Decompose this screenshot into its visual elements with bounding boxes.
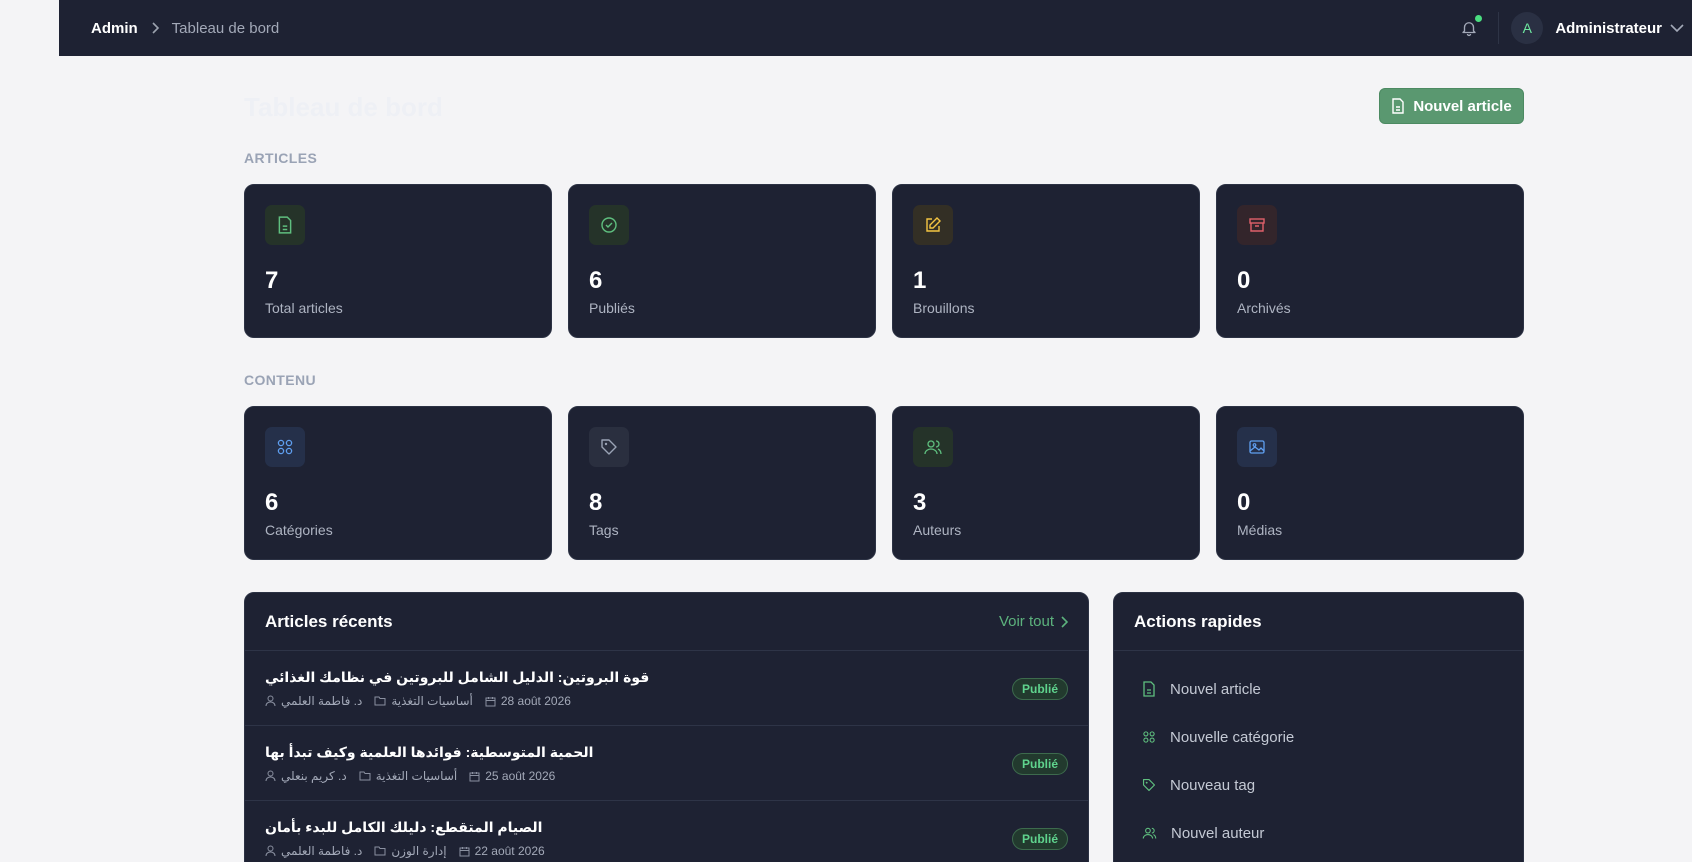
- notification-dot: [1475, 15, 1483, 22]
- divider: [1498, 12, 1500, 44]
- grid-icon: [265, 427, 305, 467]
- stat-card-categories[interactable]: 6 Catégories: [244, 406, 552, 560]
- document-icon: [265, 205, 305, 245]
- stat-card-archived[interactable]: 0 Archivés: [1216, 184, 1524, 338]
- chevron-right-icon: [150, 22, 160, 34]
- article-date: 28 août 2026: [500, 694, 571, 708]
- article-title[interactable]: الحمية المتوسطية: فوائدها العلمية وكيف ت…: [265, 744, 593, 761]
- folder-icon: [359, 771, 371, 781]
- quick-action-label: Nouvel article: [1170, 680, 1261, 698]
- status-badge: Publié: [1011, 678, 1068, 700]
- quick-action-label: Nouvelle catégorie: [1170, 728, 1295, 746]
- breadcrumb: Admin Tableau de bord: [91, 20, 279, 37]
- stat-card-total-articles[interactable]: 7 Total articles: [244, 184, 552, 338]
- stat-value: 7: [265, 267, 279, 294]
- article-author: د. كريم بنعلي: [281, 769, 347, 783]
- quick-action-new-tag[interactable]: Nouveau tag: [1114, 761, 1523, 809]
- quick-action-label: Nouvel auteur: [1171, 824, 1265, 842]
- panel-title: Articles récents: [265, 611, 393, 631]
- quick-action-new-category[interactable]: Nouvelle catégorie: [1114, 713, 1523, 761]
- calendar-icon: [469, 771, 480, 781]
- bell-icon: [1462, 22, 1476, 37]
- list-item[interactable]: قوة البروتين: الدليل الشامل للبروتين في …: [245, 651, 1088, 726]
- stat-value: 3: [913, 489, 927, 516]
- quick-action-new-author[interactable]: Nouvel auteur: [1114, 809, 1523, 857]
- folder-icon: [374, 846, 386, 856]
- stat-value: 8: [589, 489, 603, 516]
- view-all-link[interactable]: Voir tout: [999, 613, 1068, 630]
- stat-label: Brouillons: [913, 300, 975, 316]
- list-item[interactable]: الحمية المتوسطية: فوائدها العلمية وكيف ت…: [245, 726, 1088, 801]
- document-icon: [1392, 98, 1405, 114]
- stat-value: 0: [1237, 267, 1251, 294]
- quick-actions-panel: Actions rapides Nouvel article Nouvelle …: [1113, 592, 1524, 862]
- check-circle-icon: [589, 205, 629, 245]
- grid-icon: [1143, 731, 1155, 743]
- edit-icon: [913, 205, 953, 245]
- stat-card-published[interactable]: 6 Publiés: [568, 184, 876, 338]
- breadcrumb-root-link[interactable]: Admin: [91, 20, 138, 37]
- quick-action-new-article[interactable]: Nouvel article: [1114, 665, 1523, 713]
- user-name[interactable]: Administrateur: [1555, 20, 1662, 37]
- recent-articles-panel: Articles récents Voir tout قوة البروتين:…: [244, 592, 1089, 862]
- new-article-label: Nouvel article: [1413, 97, 1512, 115]
- article-title[interactable]: قوة البروتين: الدليل الشامل للبروتين في …: [265, 669, 649, 686]
- stat-label: Archivés: [1237, 300, 1291, 316]
- notifications-button[interactable]: [1458, 15, 1483, 39]
- stat-label: Médias: [1237, 522, 1283, 538]
- folder-icon: [374, 696, 386, 706]
- archive-icon: [1237, 205, 1277, 245]
- list-item[interactable]: الصيام المتقطع: دليلك الكامل للبدء بأمان…: [245, 801, 1088, 862]
- article-date: 25 août 2026: [485, 769, 556, 783]
- view-all-label: Voir tout: [998, 613, 1054, 630]
- stat-card-tags[interactable]: 8 Tags: [568, 406, 876, 560]
- articles-stats: 7 Total articles 6 Publiés 1 Brouillons …: [244, 184, 1524, 338]
- breadcrumb-current: Tableau de bord: [171, 19, 280, 37]
- stat-value: 6: [265, 489, 279, 516]
- stat-label: Publiés: [589, 300, 635, 316]
- avatar[interactable]: A: [1511, 12, 1544, 44]
- tag-icon: [589, 427, 629, 467]
- user-icon: [265, 845, 276, 857]
- article-author: د. فاطمة العلمي: [281, 844, 363, 858]
- stat-value: 6: [589, 267, 603, 294]
- calendar-icon: [459, 846, 470, 856]
- section-label-articles: ARTICLES: [244, 150, 318, 166]
- image-icon: [1237, 427, 1277, 467]
- chevron-right-icon: [1061, 615, 1068, 628]
- status-badge: Publié: [1011, 828, 1068, 850]
- new-article-button[interactable]: Nouvel article: [1379, 88, 1524, 124]
- article-title[interactable]: الصيام المتقطع: دليلك الكامل للبدء بأمان: [265, 819, 542, 836]
- document-icon: [1143, 681, 1155, 697]
- article-category: إدارة الوزن: [391, 844, 447, 858]
- article-category: أساسيات التغذية: [391, 694, 473, 708]
- quick-action-label: Nouveau tag: [1170, 776, 1256, 794]
- user-icon: [265, 695, 276, 707]
- status-badge: Publié: [1011, 753, 1068, 775]
- stat-value: 0: [1237, 489, 1251, 516]
- panel-title: Actions rapides: [1134, 611, 1262, 631]
- stat-label: Catégories: [265, 522, 333, 538]
- section-label-content: CONTENU: [244, 372, 317, 388]
- calendar-icon: [485, 696, 496, 706]
- chevron-down-icon[interactable]: [1670, 23, 1684, 33]
- article-author: د. فاطمة العلمي: [281, 694, 363, 708]
- stat-card-authors[interactable]: 3 Auteurs: [892, 406, 1200, 560]
- article-category: أساسيات التغذية: [375, 769, 458, 783]
- users-icon: [1142, 827, 1157, 839]
- article-date: 22 août 2026: [474, 844, 545, 858]
- user-icon: [265, 770, 276, 782]
- stat-label: Auteurs: [913, 522, 962, 538]
- tag-icon: [1142, 778, 1156, 792]
- stat-card-drafts[interactable]: 1 Brouillons: [892, 184, 1200, 338]
- stat-value: 1: [913, 267, 927, 294]
- stat-card-media[interactable]: 0 Médias: [1216, 406, 1524, 560]
- page-title: Tableau de bord: [244, 92, 443, 122]
- stat-label: Total articles: [265, 300, 343, 316]
- content-stats: 6 Catégories 8 Tags 3 Auteurs 0 Médias: [244, 406, 1524, 560]
- top-bar: Admin Tableau de bord A Administrateur: [59, 0, 1692, 56]
- users-icon: [913, 427, 953, 467]
- stat-label: Tags: [589, 522, 619, 538]
